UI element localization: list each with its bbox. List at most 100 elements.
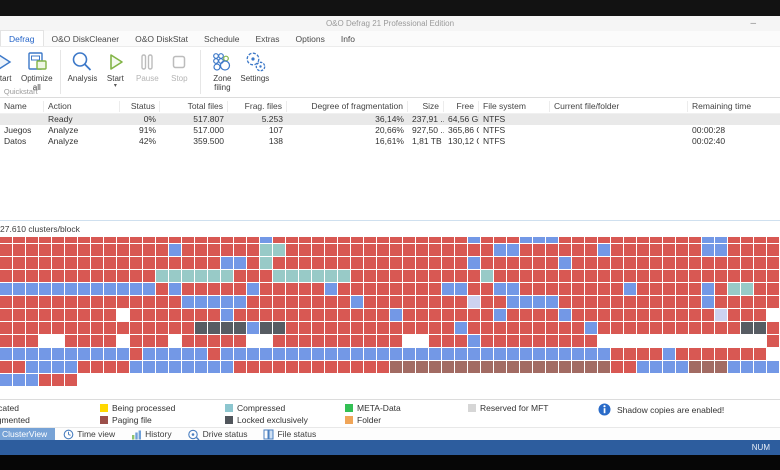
cluster-cell bbox=[104, 361, 116, 373]
cluster-cell bbox=[91, 257, 103, 269]
start-button[interactable]: Start ▾ bbox=[99, 49, 131, 90]
column-header-size[interactable]: Size bbox=[408, 101, 444, 112]
cluster-cell bbox=[234, 374, 246, 386]
cluster-cell bbox=[52, 348, 64, 360]
cluster-cell bbox=[611, 270, 623, 282]
cluster-cell bbox=[104, 283, 116, 295]
column-header-current-file-folder[interactable]: Current file/folder bbox=[550, 101, 688, 112]
cluster-cell bbox=[494, 237, 506, 243]
cluster-cell bbox=[13, 374, 25, 386]
cluster-cell bbox=[195, 283, 207, 295]
tab-info[interactable]: Info bbox=[333, 31, 363, 46]
tab-options[interactable]: Options bbox=[288, 31, 333, 46]
column-header-degree-of-fragmentation[interactable]: Degree of fragmentation bbox=[287, 101, 408, 112]
cluster-cell bbox=[559, 348, 571, 360]
cluster-cell bbox=[520, 270, 532, 282]
cluster-cell bbox=[650, 270, 662, 282]
cluster-cell bbox=[52, 237, 64, 243]
column-header-name[interactable]: Name bbox=[0, 101, 44, 112]
column-header-file-system[interactable]: File system bbox=[479, 101, 550, 112]
column-header-remaining-time[interactable]: Remaining time bbox=[688, 101, 780, 112]
cluster-cell bbox=[351, 361, 363, 373]
cluster-cell bbox=[507, 322, 519, 334]
cluster-cell bbox=[403, 361, 415, 373]
column-header-total-files[interactable]: Total files bbox=[160, 101, 228, 112]
table-cell-free: 64,56 GB bbox=[448, 114, 479, 124]
table-cell-status: 42% bbox=[138, 136, 156, 146]
stop-button: Stop bbox=[163, 49, 195, 85]
cluster-cell bbox=[624, 335, 636, 347]
tab-extras[interactable]: Extras bbox=[247, 31, 287, 46]
table-cell-free: 130,12 GB bbox=[448, 136, 479, 146]
cluster-cell bbox=[585, 322, 597, 334]
cluster-block-label: 27.610 clusters/block bbox=[0, 224, 80, 234]
table-row[interactable]: Ready 0% 517.807 5.253 36,14% 237,91 ... 64,56… bbox=[0, 114, 780, 125]
analysis-button[interactable]: Analysis bbox=[66, 49, 100, 85]
cluster-cell bbox=[715, 348, 727, 360]
start-button[interactable]: Start bbox=[0, 49, 19, 85]
tab-schedule[interactable]: Schedule bbox=[196, 31, 247, 46]
cluster-cell bbox=[403, 309, 415, 321]
settings-button[interactable]: Settings bbox=[238, 49, 271, 85]
cluster-cell bbox=[507, 296, 519, 308]
view-tab-time-view[interactable]: Time view bbox=[55, 428, 123, 440]
view-tab-file-status[interactable]: File status bbox=[255, 428, 324, 440]
cluster-cell bbox=[208, 257, 220, 269]
cluster-cell bbox=[156, 257, 168, 269]
chevron-down-icon[interactable]: ▾ bbox=[114, 83, 117, 89]
cluster-cell bbox=[130, 335, 142, 347]
cluster-row bbox=[0, 335, 780, 347]
table-cell-current-file-folder bbox=[550, 136, 688, 147]
cluster-cell bbox=[117, 374, 129, 386]
cluster-cell bbox=[767, 244, 779, 256]
tab-o-o-diskstat[interactable]: O&O DiskStat bbox=[127, 31, 196, 46]
cluster-cell bbox=[481, 335, 493, 347]
view-tab-history[interactable]: History bbox=[123, 428, 179, 440]
column-header-frag-files[interactable]: Frag. files bbox=[228, 101, 287, 112]
cluster-cell bbox=[143, 374, 155, 386]
column-header-status[interactable]: Status bbox=[120, 101, 160, 112]
cluster-cell bbox=[286, 296, 298, 308]
table-cell-action: Analyze bbox=[48, 136, 79, 146]
cluster-cell bbox=[520, 309, 532, 321]
cluster-cell bbox=[442, 361, 454, 373]
cluster-cell bbox=[507, 335, 519, 347]
cluster-cell bbox=[234, 244, 246, 256]
cluster-cell bbox=[390, 270, 402, 282]
cluster-cell bbox=[156, 244, 168, 256]
cluster-cell bbox=[195, 335, 207, 347]
tab-defrag[interactable]: Defrag bbox=[0, 30, 44, 46]
cluster-cell bbox=[429, 270, 441, 282]
cluster-cell bbox=[52, 257, 64, 269]
cluster-cell bbox=[78, 283, 90, 295]
cluster-legend: Shadow copies are enabled! Allocated Frag… bbox=[0, 401, 780, 426]
cluster-cell bbox=[286, 335, 298, 347]
legend-item-fragmented: Fragmented bbox=[0, 415, 30, 425]
cluster-cell bbox=[117, 335, 129, 347]
cluster-cell bbox=[65, 348, 77, 360]
table-row[interactable]: Juegos Analyze 91% 517.000 107 20,66% 927,50 .… bbox=[0, 125, 780, 136]
cluster-cell bbox=[403, 374, 415, 386]
cluster-cell bbox=[13, 283, 25, 295]
column-header-free[interactable]: Free bbox=[444, 101, 479, 112]
tab-o-o-diskcleaner[interactable]: O&O DiskCleaner bbox=[44, 31, 128, 46]
legend-item-reserved-for-mft: Reserved for MFT bbox=[468, 403, 549, 413]
cluster-cell bbox=[26, 374, 38, 386]
cluster-cell bbox=[585, 283, 597, 295]
table-cell-status: 0% bbox=[143, 114, 156, 124]
view-tab-clusterview[interactable]: ClusterView bbox=[0, 428, 56, 440]
view-tab-drive-status[interactable]: Drive status bbox=[180, 428, 256, 440]
column-header-action[interactable]: Action bbox=[44, 101, 120, 112]
cluster-cell bbox=[182, 283, 194, 295]
cluster-cell bbox=[221, 348, 233, 360]
minimize-button[interactable]: – bbox=[744, 16, 762, 31]
cluster-cell bbox=[221, 335, 233, 347]
cluster-cell bbox=[286, 374, 298, 386]
cluster-cell bbox=[208, 361, 220, 373]
cluster-cell bbox=[728, 335, 740, 347]
zone-filing-button[interactable]: Zone filing bbox=[206, 49, 238, 93]
legend-item-paging-file: Paging file bbox=[100, 415, 152, 425]
cluster-cell bbox=[702, 361, 714, 373]
cluster-cell bbox=[507, 270, 519, 282]
table-row[interactable]: Datos Analyze 42% 359.500 138 16,61% 1,81 TB 13… bbox=[0, 136, 780, 147]
